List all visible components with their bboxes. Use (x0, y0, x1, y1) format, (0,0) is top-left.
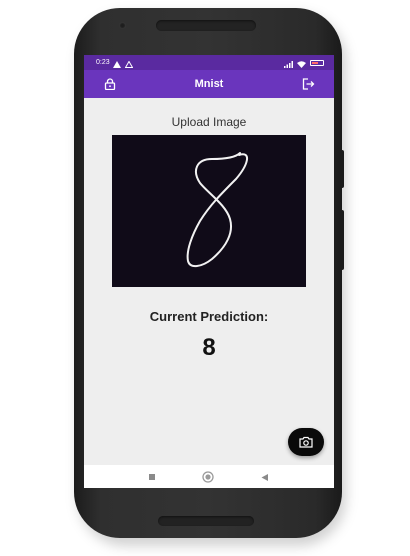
uploaded-image (112, 135, 306, 287)
earpiece-speaker (156, 20, 256, 31)
power-button (340, 210, 344, 270)
volume-button (340, 150, 344, 188)
circle-icon (202, 471, 214, 483)
app-screen: 0:23 Mnist Upload Image Current Predicti… (84, 55, 334, 488)
handwritten-digit-image (186, 152, 248, 267)
current-prediction-label: Current Prediction: (149, 309, 269, 324)
system-nav-bar (84, 465, 334, 488)
device-frame: 0:23 Mnist Upload Image Current Predicti… (0, 0, 410, 556)
signal-icon (284, 59, 293, 68)
app-bar: Mnist (84, 70, 334, 98)
warning-icon (112, 59, 122, 68)
front-camera (119, 22, 126, 29)
square-icon (149, 474, 155, 480)
bottom-speaker (158, 516, 254, 526)
status-bar: 0:23 (84, 55, 334, 70)
back-button[interactable] (257, 470, 271, 484)
logout-button[interactable] (300, 76, 316, 92)
prediction-value: 8 (202, 334, 216, 361)
camera-fab-button[interactable] (288, 428, 324, 456)
home-button[interactable] (201, 470, 215, 484)
battery-icon (310, 59, 324, 66)
camera-icon (299, 436, 313, 448)
back-triangle-icon (261, 473, 268, 481)
notification-icon (124, 59, 134, 68)
app-title: Mnist (194, 78, 224, 90)
upload-image-label: Upload Image (171, 115, 247, 129)
recents-button[interactable] (145, 470, 159, 484)
wifi-icon (297, 59, 306, 68)
logout-icon (302, 78, 314, 90)
status-time: 0:23 (96, 59, 110, 66)
